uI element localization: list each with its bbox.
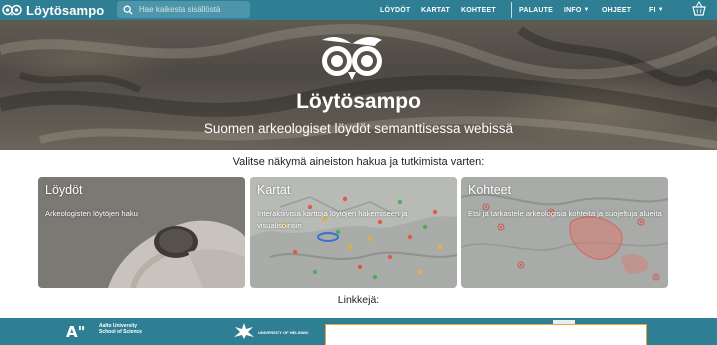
card-kohteet[interactable]: Kohteet Etsi ja tarkastele arkeologisia …: [461, 177, 668, 288]
footer-highlight-box: [325, 324, 647, 345]
links-heading: Linkkejä:: [337, 294, 380, 306]
nav-divider: [511, 2, 512, 18]
university-of-helsinki-logo-icon[interactable]: [233, 322, 255, 340]
language-selector[interactable]: FI ▼: [649, 0, 664, 20]
aalto-logo-text[interactable]: Aalto University School of Science: [99, 323, 142, 335]
app-title: Löytösampo: [26, 2, 105, 18]
nav-item-palaute[interactable]: PALAUTE: [519, 0, 553, 20]
chevron-down-icon: ▼: [583, 7, 590, 13]
nav-item-info[interactable]: INFO ▼: [564, 0, 590, 20]
basket-icon[interactable]: [691, 0, 707, 18]
aalto-logo[interactable]: A": [66, 323, 85, 341]
search-input[interactable]: [139, 5, 249, 14]
search-icon: [123, 5, 133, 15]
top-navigation-bar: Löytösampo LÖYDÖT KARTAT KOHTEET PALAUTE…: [0, 0, 717, 20]
card-description: Arkeologisten löytöjen haku: [45, 209, 138, 218]
university-of-helsinki-text[interactable]: UNIVERSITY OF HELSINKI: [258, 330, 308, 335]
card-title: Kartat: [257, 183, 291, 197]
owl-eyes-icon: [2, 4, 22, 16]
card-description: Interaktiivisia karttoja löytöjen hakemi…: [257, 209, 408, 230]
nav-item-kohteet[interactable]: KOHTEET: [461, 0, 496, 20]
card-kartat[interactable]: Kartat Interaktiivisia karttoja löytöjen…: [250, 177, 457, 288]
brand-link[interactable]: Löytösampo: [2, 3, 110, 18]
nav-item-ohjeet[interactable]: OHJEET: [602, 0, 631, 20]
nav-item-kartat[interactable]: KARTAT: [421, 0, 450, 20]
card-title: Löydöt: [45, 183, 83, 197]
hero-subtitle: Suomen arkeologiset löydöt semanttisessa…: [203, 121, 514, 136]
owl-eyes-icon: [322, 37, 382, 80]
view-selection-heading: Valitse näkymä aineiston hakua ja tutkim…: [232, 156, 485, 168]
hero-banner: Löytösampo Suomen arkeologiset löydöt se…: [0, 20, 717, 150]
search-box[interactable]: [117, 1, 250, 18]
card-title: Kohteet: [468, 183, 512, 197]
card-description: Etsi ja tarkastele arkeologisia kohteita…: [468, 209, 662, 218]
nav-item-loydot[interactable]: LÖYDÖT: [380, 0, 410, 20]
hero-title: Löytösampo: [296, 90, 421, 113]
card-loydot[interactable]: Löydöt Arkeologisten löytöjen haku: [38, 177, 245, 288]
chevron-down-icon: ▼: [657, 7, 664, 13]
